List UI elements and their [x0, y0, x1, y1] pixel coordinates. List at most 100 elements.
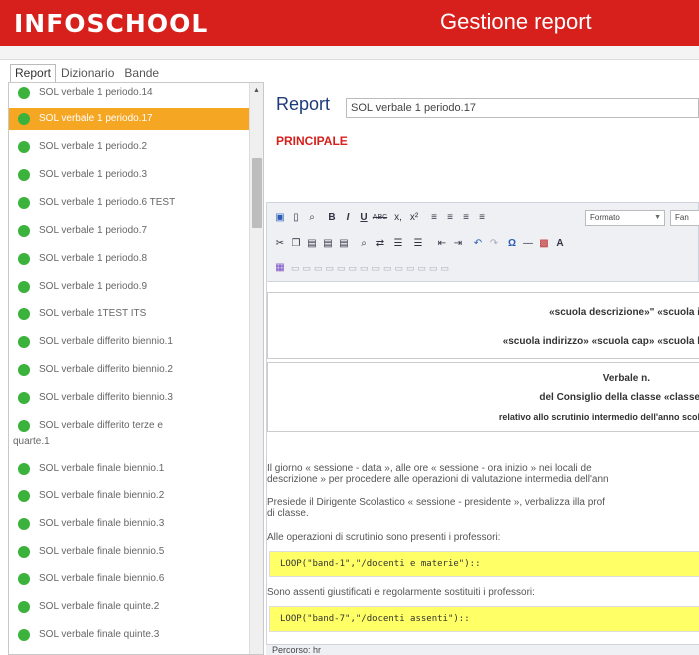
status-dot-icon — [18, 113, 30, 125]
status-dot-icon — [18, 169, 30, 181]
report-list-item[interactable]: SOL verbale 1 periodo.8 — [9, 253, 249, 267]
paste-word-icon[interactable]: ▤ — [337, 237, 351, 251]
paragraph-text: Alle operazioni di scrutinio sono presen… — [267, 532, 501, 543]
justify-icon[interactable]: ≡ — [475, 211, 489, 225]
image-icon[interactable]: ▩ — [537, 237, 551, 251]
new-doc-icon[interactable]: ▯ — [289, 211, 303, 225]
report-list-item[interactable]: SOL verbale 1 periodo.6 TEST — [9, 197, 249, 211]
preview-icon[interactable]: ⌕ — [305, 211, 319, 225]
report-list-item[interactable]: SOL verbale differito biennio.2 — [9, 364, 249, 378]
report-list-item[interactable]: SOL verbale finale quinte.2 — [9, 601, 249, 615]
sidebar-scrollbar[interactable]: ▲ — [249, 83, 263, 654]
loop-code-block: LOOP("band-7","/docenti assenti"):: — [269, 606, 699, 632]
page-title: Gestione report — [440, 9, 592, 34]
report-list-panel: SOL verbale 1 periodo.14 SOL verbale 1 p… — [8, 82, 264, 655]
paste-text-icon[interactable]: ▤ — [321, 237, 335, 251]
report-list-item[interactable]: SOL verbale 1 periodo.9 — [9, 281, 249, 295]
header-table: «scuola descrizione»" «scuola i «scuola … — [267, 292, 699, 359]
scroll-up-icon[interactable]: ▲ — [253, 87, 260, 94]
align-center-icon[interactable]: ≡ — [443, 211, 457, 225]
app-logo: INFOSCHOOL — [14, 9, 209, 38]
tab-report[interactable]: Report — [10, 64, 57, 82]
report-list-item[interactable]: SOL verbale finale biennio.3 — [9, 518, 249, 532]
align-left-icon[interactable]: ≡ — [427, 211, 441, 225]
school-line: «scuola descrizione»" «scuola i — [549, 307, 699, 318]
report-label: Report — [276, 94, 331, 114]
status-dot-icon — [18, 197, 30, 209]
relativo-line: relativo allo scrutinio intermedio dell'… — [498, 412, 699, 422]
report-list-item[interactable]: SOL verbale finale quinte.3 — [9, 629, 249, 643]
status-dot-icon — [18, 518, 30, 530]
bold-icon[interactable]: B — [325, 211, 339, 225]
status-dot-icon — [18, 364, 30, 376]
strike-icon[interactable]: ABC — [371, 211, 389, 225]
editor-toolbar: ▣ ▯ ⌕ B I U ABC x, x² ≡ ≡ ≡ ≡ Formato ▼ F… — [266, 202, 699, 282]
editor-panel: Report PRINCIPALE ▣ ▯ ⌕ B I U ABC x, x² … — [266, 82, 699, 655]
status-dot-icon — [18, 141, 30, 153]
path-status: Percorso: hr — [272, 645, 322, 655]
bullet-list-icon[interactable]: ☰ — [391, 237, 405, 251]
italic-icon[interactable]: I — [341, 211, 355, 225]
underline-icon[interactable]: U — [357, 211, 371, 225]
report-list-item[interactable]: SOL verbale 1TEST ITS — [9, 308, 249, 322]
status-dot-icon — [18, 601, 30, 613]
table-tools-icon[interactable]: ▭▭▭▭▭▭▭▭▭▭▭▭▭▭ — [291, 261, 541, 275]
report-list-item-selected[interactable]: SOL verbale 1 periodo.17 — [9, 108, 249, 130]
copy-icon[interactable]: ❐ — [289, 237, 303, 251]
report-list-item[interactable]: SOL verbale differito biennio.3 — [9, 392, 249, 406]
status-dot-icon — [18, 225, 30, 237]
save-icon[interactable]: ▣ — [273, 211, 287, 225]
address-line: «scuola indirizzo» «scuola cap» «scuola … — [502, 336, 699, 347]
subscript-icon[interactable]: x, — [391, 211, 405, 225]
report-list-item[interactable]: SOL verbale differito terze e quarte.1 — [9, 418, 249, 450]
replace-icon[interactable]: ⇄ — [373, 237, 387, 251]
document-area[interactable]: «scuola descrizione»" «scuola i «scuola … — [266, 282, 699, 644]
status-dot-icon — [18, 392, 30, 404]
editor-status-bar: Percorso: hr — [266, 644, 699, 655]
find-icon[interactable]: ⌕ — [357, 237, 371, 251]
numbered-list-icon[interactable]: ☰ — [411, 237, 425, 251]
scrollbar-thumb[interactable] — [252, 158, 262, 228]
status-dot-icon — [18, 281, 30, 293]
chevron-down-icon: ▼ — [654, 214, 661, 221]
status-dot-icon — [18, 546, 30, 558]
indent-icon[interactable]: ⇥ — [451, 237, 465, 251]
hr-icon[interactable]: ― — [521, 237, 535, 251]
paragraph-text: Presiede il Dirigente Scolastico « sessi… — [267, 497, 605, 508]
paragraph-text: Il giorno « sessione - data », alle ore … — [267, 463, 592, 474]
outdent-icon[interactable]: ⇤ — [435, 237, 449, 251]
redo-icon[interactable]: ↷ — [487, 237, 501, 251]
report-list-item[interactable]: SOL verbale 1 periodo.14 — [9, 86, 249, 100]
paragraph-text: descrizione » per procedere alle operazi… — [267, 474, 609, 485]
consiglio-line: del Consiglio della classe «classe — [539, 392, 699, 403]
tab-bande[interactable]: Bande — [119, 64, 164, 82]
paste-icon[interactable]: ▤ — [305, 237, 319, 251]
font-select[interactable]: Fan — [670, 210, 699, 226]
tab-dizionario[interactable]: Dizionario — [56, 64, 119, 82]
report-list-item[interactable]: SOL verbale differito biennio.1 — [9, 336, 249, 350]
undo-icon[interactable]: ↶ — [471, 237, 485, 251]
status-dot-icon — [18, 336, 30, 348]
status-dot-icon — [18, 87, 30, 99]
table-icon[interactable]: ▦ — [273, 261, 287, 275]
cut-icon[interactable]: ✂ — [273, 237, 287, 251]
verbale-label: Verbale n. — [602, 373, 650, 384]
font-color-icon[interactable]: A — [553, 237, 567, 251]
report-list-item[interactable]: SOL verbale finale biennio.5 — [9, 546, 249, 560]
status-dot-icon — [18, 420, 30, 432]
report-list-item[interactable]: SOL verbale finale biennio.6 — [9, 573, 249, 587]
format-select[interactable]: Formato ▼ — [585, 210, 665, 226]
report-list-item[interactable]: SOL verbale 1 periodo.7 — [9, 225, 249, 239]
report-name-input[interactable] — [346, 98, 699, 118]
verbale-box: Verbale n. del Consiglio della classe «c… — [267, 362, 699, 432]
report-list-item[interactable]: SOL verbale finale biennio.1 — [9, 463, 249, 477]
report-list-item[interactable]: SOL verbale 1 periodo.3 — [9, 169, 249, 183]
superscript-icon[interactable]: x² — [407, 211, 421, 225]
align-right-icon[interactable]: ≡ — [459, 211, 473, 225]
report-list-item[interactable]: SOL verbale finale biennio.2 — [9, 490, 249, 504]
status-dot-icon — [18, 629, 30, 641]
status-dot-icon — [18, 490, 30, 502]
special-char-icon[interactable]: Ω — [505, 237, 519, 251]
loop-code-block: LOOP("band-1","/docenti e materie"):: — [269, 551, 699, 577]
report-list-item[interactable]: SOL verbale 1 periodo.2 — [9, 141, 249, 155]
